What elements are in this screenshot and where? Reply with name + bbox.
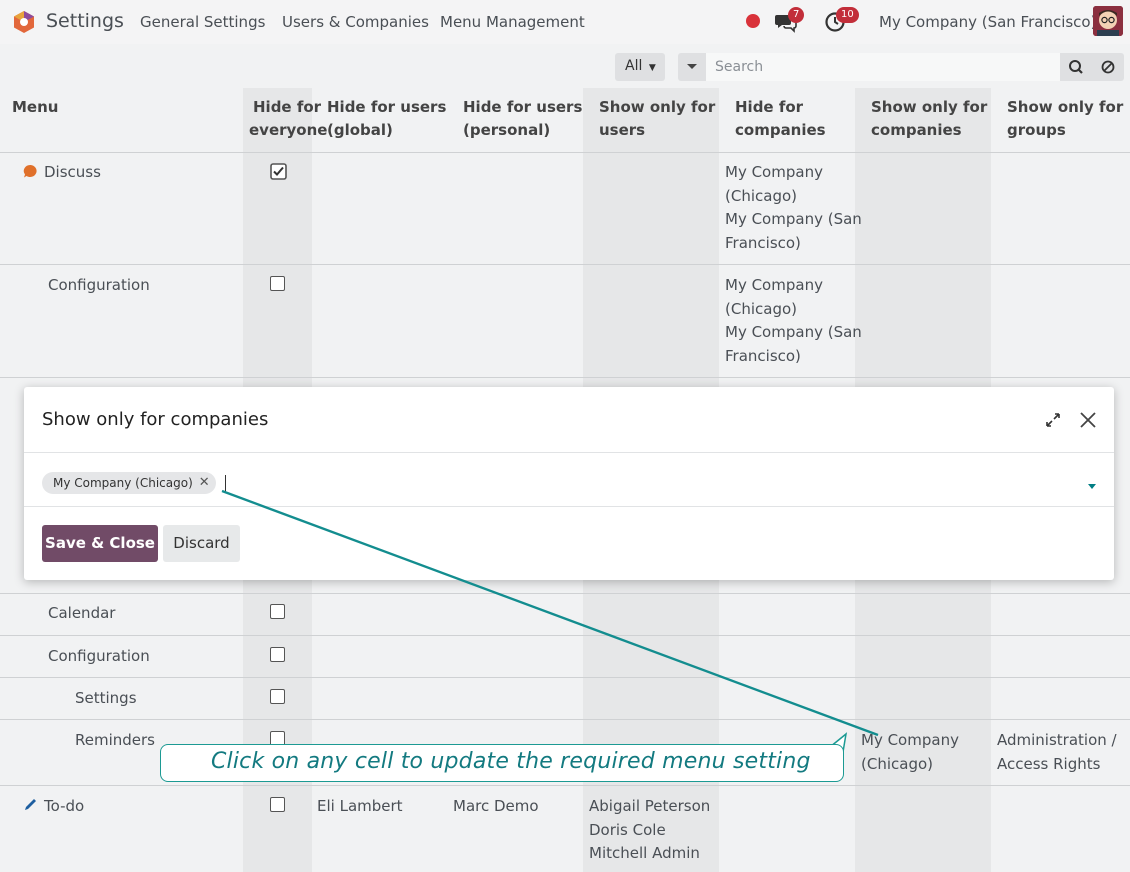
annotation-text: Click on any cell to update the required… [211, 749, 811, 774]
annotation-arrow [221, 489, 879, 753]
annotation-callout: Click on any cell to update the required… [160, 744, 844, 782]
